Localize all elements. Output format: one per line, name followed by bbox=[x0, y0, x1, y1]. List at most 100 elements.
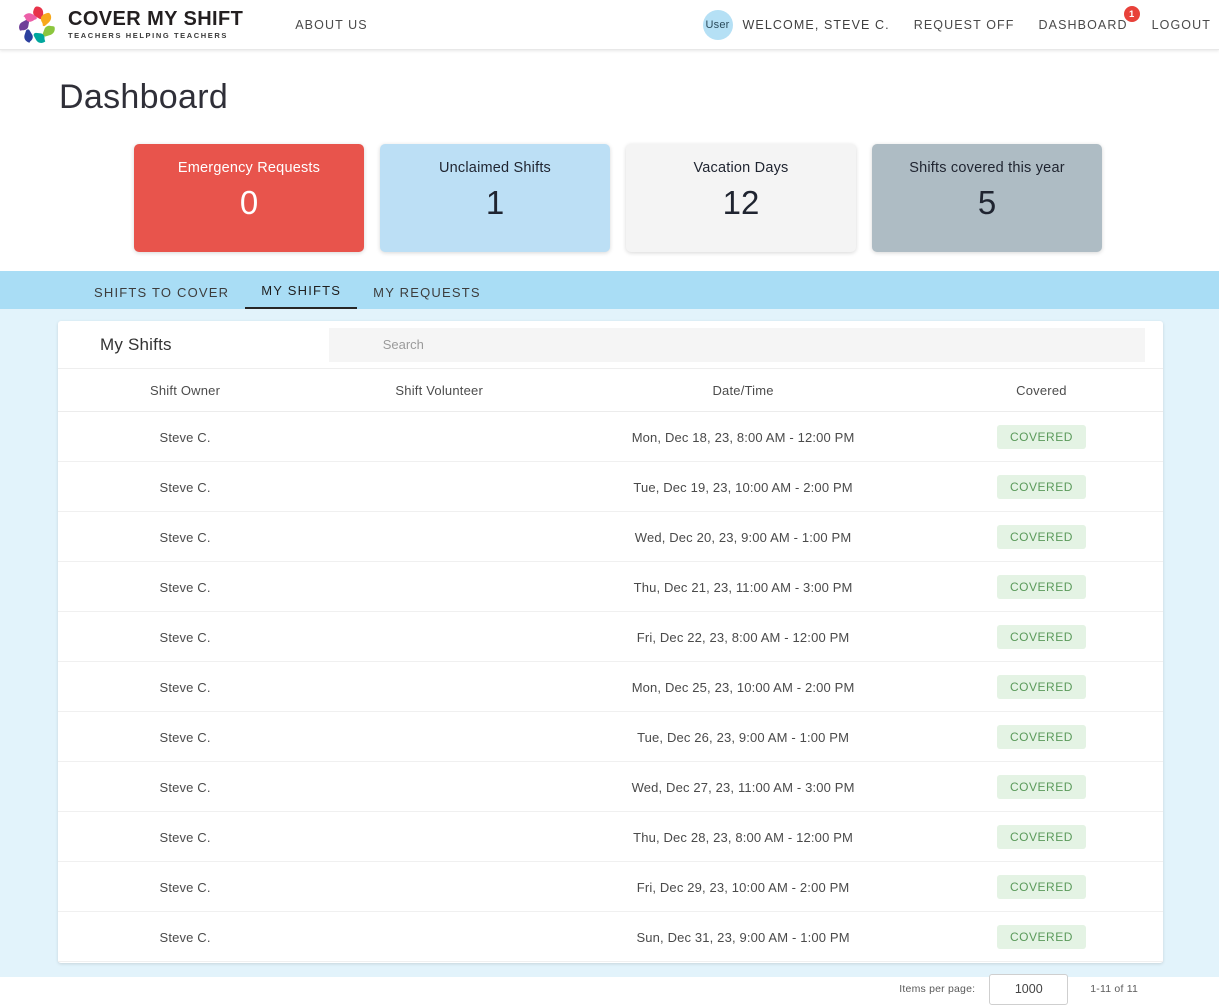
brand-logo[interactable]: COVER MY SHIFT TEACHERS HELPING TEACHERS bbox=[14, 3, 243, 47]
table-row[interactable]: Steve C. Tue, Dec 26, 23, 9:00 AM - 1:00 … bbox=[58, 711, 1163, 762]
dashboard-notification-badge: 1 bbox=[1123, 6, 1140, 22]
nav-left: ABOUT US bbox=[295, 16, 367, 34]
status-badge-covered: COVERED bbox=[997, 775, 1086, 799]
shifts-table-head: Shift Owner Shift Volunteer Date/Time Co… bbox=[58, 369, 1163, 412]
cell-covered: COVERED bbox=[919, 711, 1163, 762]
avatar[interactable]: User bbox=[702, 10, 733, 40]
cell-date-time: Fri, Dec 29, 23, 10:00 AM - 2:00 PM bbox=[566, 861, 920, 912]
cell-shift-volunteer bbox=[312, 561, 567, 612]
status-badge-covered: COVERED bbox=[997, 575, 1086, 599]
cell-shift-owner: Steve C. bbox=[58, 761, 313, 812]
tab-shifts-to-cover[interactable]: SHIFTS TO COVER bbox=[78, 285, 245, 309]
column-header-date-time[interactable]: Date/Time bbox=[566, 369, 920, 412]
tab-my-requests[interactable]: MY REQUESTS bbox=[357, 285, 497, 309]
cell-date-time: Thu, Dec 28, 23, 8:00 AM - 12:00 PM bbox=[566, 811, 920, 862]
table-row[interactable]: Steve C. Thu, Dec 28, 23, 8:00 AM - 12:00… bbox=[58, 811, 1163, 862]
stat-card-emergency-requests[interactable]: Emergency Requests 0 bbox=[134, 144, 364, 252]
cell-shift-volunteer bbox=[312, 711, 567, 762]
cell-covered: COVERED bbox=[919, 411, 1163, 462]
cell-covered: COVERED bbox=[919, 911, 1163, 962]
cell-shift-owner: Steve C. bbox=[58, 461, 313, 512]
stat-cards: Emergency Requests 0 Unclaimed Shifts 1 … bbox=[134, 144, 1219, 252]
cell-date-time: Mon, Dec 25, 23, 10:00 AM - 2:00 PM bbox=[566, 661, 920, 712]
cell-shift-volunteer bbox=[312, 911, 567, 962]
cell-shift-owner: Steve C. bbox=[58, 811, 313, 862]
cell-shift-volunteer bbox=[312, 511, 567, 562]
stat-card-shifts-covered-this-year[interactable]: Shifts covered this year 5 bbox=[872, 144, 1102, 252]
page-title: Dashboard bbox=[59, 78, 229, 116]
tab-bar: SHIFTS TO COVER MY SHIFTS MY REQUESTS bbox=[0, 271, 1219, 309]
cell-shift-owner: Steve C. bbox=[58, 561, 313, 612]
cell-shift-volunteer bbox=[312, 861, 567, 912]
tab-my-shifts[interactable]: MY SHIFTS bbox=[245, 283, 358, 309]
cover-my-shift-logo-icon bbox=[14, 3, 60, 47]
status-badge-covered: COVERED bbox=[997, 875, 1086, 899]
content-area: My Shifts Shift Owner Shift Volunteer Da… bbox=[0, 309, 1219, 1005]
brand-title: COVER MY SHIFT bbox=[68, 8, 244, 31]
table-row[interactable]: Steve C. Mon, Dec 25, 23, 10:00 AM - 2:00… bbox=[58, 661, 1163, 712]
cell-shift-owner: Steve C. bbox=[58, 611, 313, 662]
nav-dashboard[interactable]: DASHBOARD bbox=[1039, 18, 1128, 32]
cell-date-time: Tue, Dec 26, 23, 9:00 AM - 1:00 PM bbox=[566, 711, 920, 762]
cell-shift-owner: Steve C. bbox=[58, 861, 313, 912]
stat-card-label: Unclaimed Shifts bbox=[439, 160, 551, 176]
search-input[interactable] bbox=[328, 327, 1145, 362]
nav-logout[interactable]: LOGOUT bbox=[1152, 18, 1211, 32]
cell-shift-owner: Steve C. bbox=[58, 511, 313, 562]
status-badge-covered: COVERED bbox=[997, 625, 1086, 649]
cell-shift-owner: Steve C. bbox=[58, 711, 313, 762]
cell-shift-volunteer bbox=[312, 411, 567, 462]
nav-request-off[interactable]: REQUEST OFF bbox=[914, 18, 1015, 32]
table-row[interactable]: Steve C. Thu, Dec 21, 23, 11:00 AM - 3:00… bbox=[58, 561, 1163, 612]
cell-covered: COVERED bbox=[919, 811, 1163, 862]
nav-dashboard-wrap: DASHBOARD 1 bbox=[1039, 6, 1140, 34]
table-row[interactable]: Steve C. Sun, Dec 31, 23, 9:00 AM - 1:00 … bbox=[58, 911, 1163, 962]
items-per-page-label: Items per page: bbox=[899, 983, 976, 995]
column-header-covered[interactable]: Covered bbox=[919, 369, 1163, 412]
cell-shift-owner: Steve C. bbox=[58, 661, 313, 712]
cell-covered: COVERED bbox=[919, 511, 1163, 562]
panel-title: My Shifts bbox=[100, 334, 172, 354]
cell-shift-volunteer bbox=[312, 761, 567, 812]
table-row[interactable]: Steve C. Tue, Dec 19, 23, 10:00 AM - 2:00… bbox=[58, 461, 1163, 512]
site-header: COVER MY SHIFT TEACHERS HELPING TEACHERS… bbox=[0, 0, 1219, 50]
stat-card-vacation-days[interactable]: Vacation Days 12 bbox=[626, 144, 856, 252]
status-badge-covered: COVERED bbox=[997, 425, 1086, 449]
stat-card-value: 0 bbox=[239, 184, 259, 221]
cell-date-time: Fri, Dec 22, 23, 8:00 AM - 12:00 PM bbox=[566, 611, 920, 662]
brand-tagline: TEACHERS HELPING TEACHERS bbox=[68, 31, 229, 41]
nav-about-us[interactable]: ABOUT US bbox=[295, 18, 367, 32]
cell-shift-volunteer bbox=[312, 811, 567, 862]
cell-covered: COVERED bbox=[919, 611, 1163, 662]
cell-date-time: Mon, Dec 18, 23, 8:00 AM - 12:00 PM bbox=[566, 411, 920, 462]
stat-card-unclaimed-shifts[interactable]: Unclaimed Shifts 1 bbox=[380, 144, 610, 252]
welcome-text: WELCOME, STEVE C. bbox=[742, 18, 890, 32]
table-row[interactable]: Steve C. Fri, Dec 29, 23, 10:00 AM - 2:00… bbox=[58, 861, 1163, 912]
cell-date-time: Wed, Dec 27, 23, 11:00 AM - 3:00 PM bbox=[566, 761, 920, 812]
table-row[interactable]: Steve C. Mon, Dec 18, 23, 8:00 AM - 12:00… bbox=[58, 411, 1163, 462]
status-badge-covered: COVERED bbox=[997, 525, 1086, 549]
column-header-shift-volunteer[interactable]: Shift Volunteer bbox=[312, 369, 567, 412]
panel-header: My Shifts bbox=[58, 321, 1163, 369]
status-badge-covered: COVERED bbox=[997, 825, 1086, 849]
shifts-table-body: Steve C. Mon, Dec 18, 23, 8:00 AM - 12:00… bbox=[58, 411, 1163, 962]
pagination-range: 1-11 of 11 bbox=[1090, 983, 1138, 995]
stat-card-value: 5 bbox=[977, 184, 997, 221]
nav-right: User WELCOME, STEVE C. REQUEST OFF DASHB… bbox=[702, 0, 1219, 50]
table-row[interactable]: Steve C. Fri, Dec 22, 23, 8:00 AM - 12:00… bbox=[58, 611, 1163, 662]
cell-covered: COVERED bbox=[919, 861, 1163, 912]
stat-card-label: Shifts covered this year bbox=[909, 160, 1065, 176]
status-badge-covered: COVERED bbox=[997, 675, 1086, 699]
table-row[interactable]: Steve C. Wed, Dec 20, 23, 9:00 AM - 1:00 … bbox=[58, 511, 1163, 562]
table-header-row: Shift Owner Shift Volunteer Date/Time Co… bbox=[58, 369, 1163, 412]
table-row[interactable]: Steve C. Wed, Dec 27, 23, 11:00 AM - 3:00… bbox=[58, 761, 1163, 812]
cell-covered: COVERED bbox=[919, 561, 1163, 612]
cell-shift-owner: Steve C. bbox=[58, 411, 313, 462]
cell-covered: COVERED bbox=[919, 461, 1163, 512]
items-per-page-input[interactable] bbox=[989, 973, 1069, 1005]
column-header-shift-owner[interactable]: Shift Owner bbox=[58, 369, 313, 412]
cell-date-time: Wed, Dec 20, 23, 9:00 AM - 1:00 PM bbox=[566, 511, 920, 562]
cell-date-time: Tue, Dec 19, 23, 10:00 AM - 2:00 PM bbox=[566, 461, 920, 512]
cell-covered: COVERED bbox=[919, 661, 1163, 712]
cell-date-time: Sun, Dec 31, 23, 9:00 AM - 1:00 PM bbox=[566, 911, 920, 962]
